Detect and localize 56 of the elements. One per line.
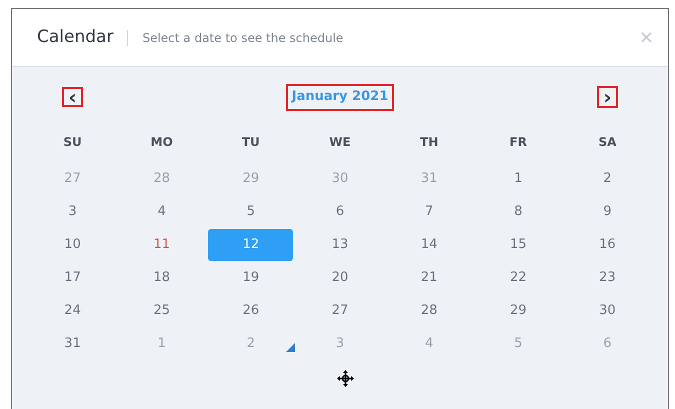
day-cell[interactable]: 27 xyxy=(30,163,116,195)
weekday-label: SU xyxy=(63,134,82,151)
day-cell[interactable]: 11 xyxy=(119,229,204,261)
day-cell[interactable]: 12 xyxy=(208,229,294,261)
day-cell[interactable]: 15 xyxy=(476,229,561,261)
day-cell[interactable]: 27 xyxy=(297,295,383,327)
day-cell[interactable]: 17 xyxy=(30,262,116,294)
day-cell[interactable]: 26 xyxy=(208,295,294,327)
day-cell[interactable]: 30 xyxy=(297,163,383,195)
day-cell[interactable]: 2 xyxy=(208,328,294,360)
day-cell[interactable]: 3 xyxy=(30,196,116,228)
day-cell[interactable]: 2 xyxy=(564,163,650,195)
day-cell[interactable]: 21 xyxy=(386,262,472,294)
day-cell[interactable]: 29 xyxy=(208,163,294,195)
previous-month-button[interactable]: ‹ xyxy=(62,87,83,107)
day-cell[interactable]: 22 xyxy=(476,262,561,294)
window-subtitle: Select a date to see the schedule xyxy=(142,30,344,46)
day-cell[interactable]: 29 xyxy=(476,295,561,327)
day-cell[interactable]: 28 xyxy=(119,163,204,195)
day-cell[interactable]: 20 xyxy=(297,262,383,294)
day-cell[interactable]: 3 xyxy=(297,328,383,360)
day-cell[interactable]: 13 xyxy=(297,229,383,261)
day-cell[interactable]: 18 xyxy=(119,262,204,294)
day-cell[interactable]: 5 xyxy=(208,196,294,228)
weekday-label: FR xyxy=(510,134,527,151)
day-cell[interactable]: 1 xyxy=(476,163,561,195)
day-cell[interactable]: 30 xyxy=(564,295,650,327)
day-cell[interactable]: 9 xyxy=(564,196,650,228)
day-cell[interactable]: 31 xyxy=(30,328,116,360)
weekday-label: SA xyxy=(598,134,616,151)
day-cell[interactable]: 4 xyxy=(386,328,472,360)
corner-triangle-icon xyxy=(286,343,295,352)
day-cell[interactable]: 1 xyxy=(119,328,204,360)
weekday-label: TU xyxy=(242,134,260,151)
day-cell[interactable]: 31 xyxy=(386,163,472,195)
weekday-label: WE xyxy=(329,134,351,151)
day-cell[interactable]: 25 xyxy=(119,295,204,327)
move-cursor-icon xyxy=(337,370,354,387)
day-cell[interactable]: 14 xyxy=(386,229,472,261)
day-cell[interactable]: 28 xyxy=(386,295,472,327)
day-cell[interactable]: 6 xyxy=(564,328,650,360)
window-title: Calendar xyxy=(37,26,114,49)
day-cell[interactable]: 8 xyxy=(476,196,561,228)
weekday-label: MO xyxy=(150,134,173,151)
day-cell[interactable]: 10 xyxy=(30,229,116,261)
day-cell[interactable]: 19 xyxy=(208,262,294,294)
weekday-label: TH xyxy=(420,134,438,151)
day-cell[interactable]: 23 xyxy=(564,262,650,294)
next-month-button[interactable]: › xyxy=(596,86,618,108)
day-cell[interactable]: 16 xyxy=(564,229,650,261)
day-cell[interactable]: 24 xyxy=(30,295,116,327)
day-cell[interactable]: 4 xyxy=(119,196,204,228)
day-cell[interactable]: 5 xyxy=(476,328,561,360)
month-title[interactable]: January 2021 xyxy=(286,84,394,110)
day-cell[interactable]: 6 xyxy=(297,196,383,228)
day-cell[interactable]: 7 xyxy=(386,196,472,228)
